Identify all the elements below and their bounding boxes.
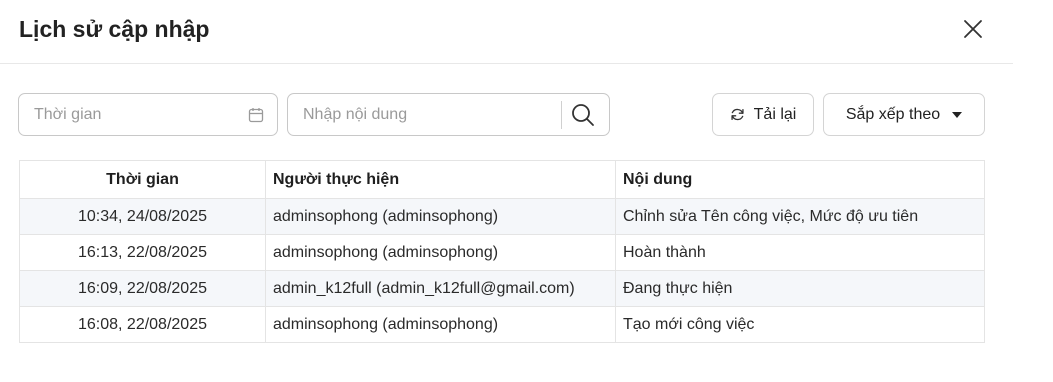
cell-time: 16:13, 22/08/2025 (19, 234, 266, 271)
cell-user: adminsophong (adminsophong) (265, 198, 616, 235)
cell-time: 16:08, 22/08/2025 (19, 306, 266, 343)
close-icon (964, 20, 982, 38)
date-filter-input[interactable]: Thời gian (18, 93, 278, 136)
date-filter-placeholder: Thời gian (34, 106, 102, 123)
search-box (287, 93, 610, 136)
table-row: 10:34, 24/08/2025 adminsophong (adminsop… (19, 198, 985, 235)
sort-button-label: Sắp xếp theo (845, 105, 941, 123)
cell-content: Chỉnh sửa Tên công việc, Mức độ ưu tiên (615, 198, 985, 235)
cell-time: 10:34, 24/08/2025 (19, 198, 266, 235)
search-divider (561, 101, 562, 129)
table-header-row: Thời gian Người thực hiện Nội dung (19, 160, 985, 199)
table-row: 16:08, 22/08/2025 adminsophong (adminsop… (19, 306, 985, 343)
search-icon[interactable] (570, 102, 596, 128)
cell-user: adminsophong (adminsophong) (265, 234, 616, 271)
history-table: Thời gian Người thực hiện Nội dung 10:34… (19, 160, 985, 343)
caret-down-icon (952, 111, 963, 118)
reload-button[interactable]: Tải lại (712, 93, 814, 136)
close-button[interactable] (960, 16, 986, 42)
update-history-dialog: Lịch sử cập nhập Thời gian Nhập nội dung… (0, 0, 1053, 382)
column-header-user: Người thực hiện (265, 160, 616, 199)
cell-content: Hoàn thành (615, 234, 985, 271)
dialog-title: Lịch sử cập nhập (19, 16, 210, 42)
column-header-content: Nội dung (615, 160, 985, 199)
calendar-icon (248, 108, 264, 123)
column-header-time: Thời gian (19, 160, 266, 199)
cell-content: Đang thực hiện (615, 270, 985, 307)
sort-dropdown-button[interactable]: Sắp xếp theo (823, 93, 985, 136)
toolbar: Thời gian Tải lại (0, 93, 1053, 137)
cell-user: admin_k12full (admin_k12full@gmail.com) (265, 270, 616, 307)
table-row: 16:13, 22/08/2025 adminsophong (adminsop… (19, 234, 985, 271)
cell-content: Tạo mới công việc (615, 306, 985, 343)
cell-time: 16:09, 22/08/2025 (19, 270, 266, 307)
search-input[interactable] (289, 95, 559, 134)
reload-button-label: Tải lại (753, 105, 797, 123)
reload-icon (731, 108, 744, 121)
table-row: 16:09, 22/08/2025 admin_k12full (admin_k… (19, 270, 985, 307)
cell-user: adminsophong (adminsophong) (265, 306, 616, 343)
dialog-header: Lịch sử cập nhập (0, 0, 1013, 64)
